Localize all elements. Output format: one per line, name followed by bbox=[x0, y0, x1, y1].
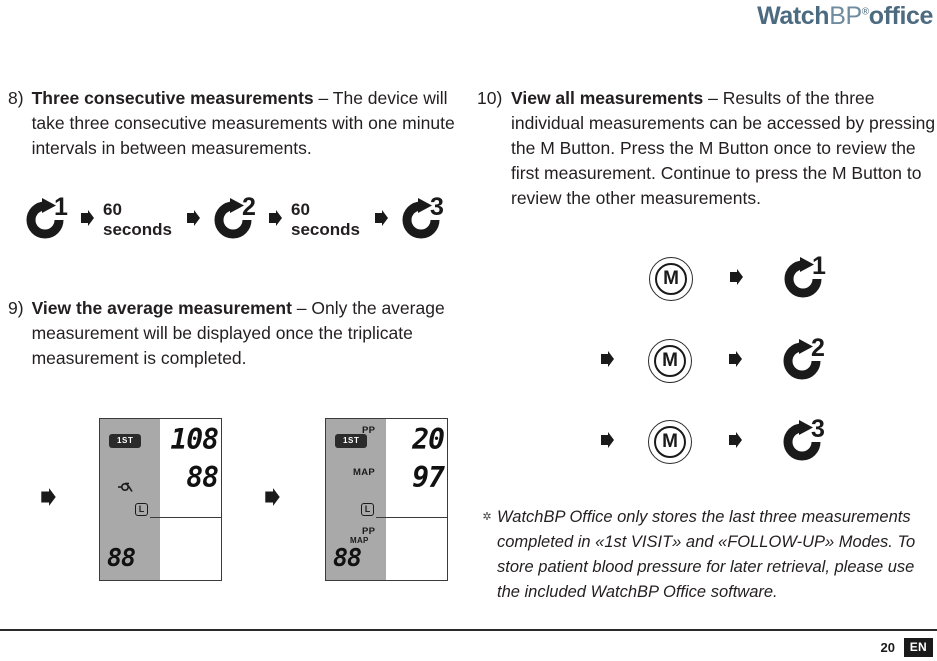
arrow-icon-m2b bbox=[728, 350, 743, 373]
cycle-icon-2: 2 bbox=[210, 193, 256, 244]
m-button-letter-1: M bbox=[663, 268, 679, 289]
lcd-tag-map-mid: MAP bbox=[353, 467, 376, 478]
lcd-display-average: 1ST L 108 88 88 bbox=[99, 418, 222, 581]
arrow-icon-m2a bbox=[600, 350, 615, 373]
registered-trademark-icon: ® bbox=[861, 6, 869, 18]
m-button-letter-3: M bbox=[662, 431, 678, 452]
cycle-number-2: 2 bbox=[241, 193, 256, 221]
asterisk-icon: ✲ bbox=[482, 511, 492, 523]
item-10-dash: – bbox=[703, 88, 723, 108]
arrow-icon-lcd-2 bbox=[264, 487, 281, 512]
lcd-badge-1st: 1ST bbox=[109, 434, 142, 448]
arrow-icon-1 bbox=[80, 209, 95, 232]
logo-bp: BP bbox=[829, 2, 862, 30]
arrow-icon-m1 bbox=[729, 268, 744, 291]
item-8-title: Three consecutive measurements bbox=[31, 88, 314, 108]
m-button-row-2: M 2 bbox=[600, 334, 825, 385]
cycle-number-m2: 2 bbox=[811, 334, 825, 362]
interval-2-unit: seconds bbox=[290, 220, 360, 239]
list-item-10: 10) View all measurements – Results of t… bbox=[477, 86, 937, 211]
item-10-number: 10) bbox=[477, 88, 503, 108]
right-column: 10) View all measurements – Results of t… bbox=[477, 86, 937, 215]
item-10-body: View all measurements – Results of the t… bbox=[511, 86, 937, 211]
cycle-icon-1: 1 bbox=[22, 193, 68, 244]
footnote-text: WatchBP Office only stores the last thre… bbox=[497, 508, 916, 601]
m-button-row-3: M 3 bbox=[600, 415, 825, 466]
left-column: 8) Three consecutive measurements – The … bbox=[8, 86, 468, 165]
cycle-icon-m2: 2 bbox=[779, 334, 825, 385]
manual-page: WatchBP®office 8) Three consecutive meas… bbox=[0, 0, 937, 661]
interval-2-value: 60 bbox=[290, 200, 310, 219]
cycle-icon-3: 3 bbox=[398, 193, 444, 244]
m-button-icon-3[interactable]: M bbox=[648, 420, 692, 464]
arrow-icon-4 bbox=[374, 209, 389, 232]
lcd-map-bottom-value: 88 bbox=[333, 543, 362, 572]
footnote: ✲ WatchBP Office only stores the last th… bbox=[477, 505, 937, 605]
item-9-title: View the average measurement bbox=[31, 298, 292, 318]
arrow-icon-m3b bbox=[728, 431, 743, 454]
lcd-display-sequence: 1ST L 108 88 88 PP 1ST MAP L PP MAP 20 9… bbox=[40, 418, 448, 581]
lcd-divider-line bbox=[150, 517, 221, 519]
lcd-badge-1st-2: 1ST bbox=[335, 434, 368, 448]
item-10-title: View all measurements bbox=[511, 88, 704, 108]
m-button-row-1: M 1 bbox=[649, 252, 826, 303]
language-badge: EN bbox=[903, 638, 933, 657]
lcd-display-pp-map: PP 1ST MAP L PP MAP 20 97 88 bbox=[325, 418, 448, 581]
list-item-8: 8) Three consecutive measurements – The … bbox=[8, 86, 468, 161]
m-button-letter-2: M bbox=[662, 350, 678, 371]
item-8-dash: – bbox=[313, 88, 333, 108]
cycle-icon-m3: 3 bbox=[779, 415, 825, 466]
pulse-icon bbox=[117, 481, 139, 500]
three-measurement-sequence: 1 60 seconds 2 60 seconds 3 bbox=[22, 193, 444, 244]
item-8-number: 8) bbox=[8, 88, 24, 108]
interval-label-2: 60 seconds bbox=[291, 200, 360, 240]
m-button-icon-1[interactable]: M bbox=[649, 257, 693, 301]
item-9-dash: – bbox=[291, 298, 312, 318]
interval-1-value: 60 bbox=[103, 200, 122, 219]
interval-1-unit: seconds bbox=[103, 220, 172, 239]
page-number: 20 bbox=[880, 640, 895, 655]
item-9-body: View the average measurement – Only the … bbox=[32, 296, 468, 371]
lcd-diastolic-value: 88 bbox=[186, 461, 219, 494]
logo-office: office bbox=[868, 2, 934, 30]
arrow-icon-3 bbox=[268, 209, 283, 232]
cycle-number-1: 1 bbox=[54, 193, 68, 221]
lcd-pulse-value: 88 bbox=[107, 543, 136, 572]
item-9-number: 9) bbox=[8, 298, 24, 318]
item-8-body: Three consecutive measurements – The dev… bbox=[32, 86, 468, 161]
cycle-number-3: 3 bbox=[429, 193, 444, 221]
logo-watch: Watch bbox=[757, 2, 830, 30]
lcd-l-indicator-2: L bbox=[361, 503, 374, 516]
lcd-pp-value: 20 bbox=[412, 423, 445, 456]
list-item-9: 9) View the average measurement – Only t… bbox=[8, 296, 468, 371]
lcd-systolic-value: 108 bbox=[170, 423, 219, 456]
arrow-icon-m3a bbox=[600, 431, 615, 454]
cycle-number-m1: 1 bbox=[812, 252, 826, 280]
cycle-number-m3: 3 bbox=[811, 415, 825, 443]
lcd-l-indicator: L bbox=[135, 503, 148, 516]
arrow-icon-lcd-1 bbox=[40, 487, 57, 512]
lcd-map-value: 97 bbox=[412, 461, 445, 494]
lcd-divider-line-2 bbox=[376, 517, 447, 519]
m-button-icon-2[interactable]: M bbox=[648, 339, 692, 383]
arrow-icon-2 bbox=[186, 209, 201, 232]
watchbp-office-logo: WatchBP®office bbox=[757, 2, 933, 31]
cycle-icon-m1: 1 bbox=[780, 252, 826, 303]
interval-label-1: 60 seconds bbox=[103, 200, 172, 240]
left-column-lower: 9) View the average measurement – Only t… bbox=[8, 296, 468, 375]
footer-divider bbox=[0, 629, 937, 631]
